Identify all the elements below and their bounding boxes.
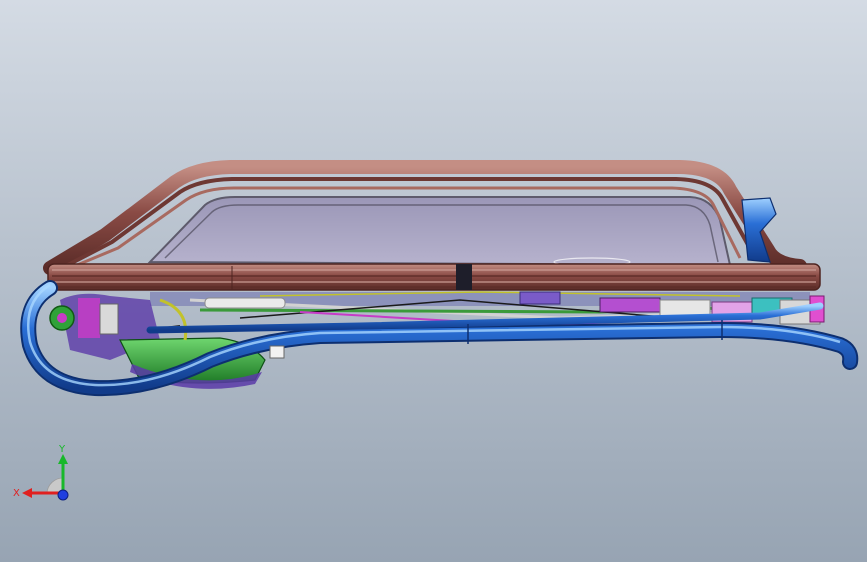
glass-panel[interactable] xyxy=(147,196,732,267)
coordinate-triad: Y X xyxy=(13,444,69,501)
z-axis-dot-icon xyxy=(57,489,69,501)
sunroof-model[interactable] xyxy=(0,0,867,562)
x-axis-label: X xyxy=(13,488,20,499)
cad-viewport[interactable]: Y X xyxy=(0,0,867,562)
y-axis-label: Y xyxy=(58,444,66,455)
